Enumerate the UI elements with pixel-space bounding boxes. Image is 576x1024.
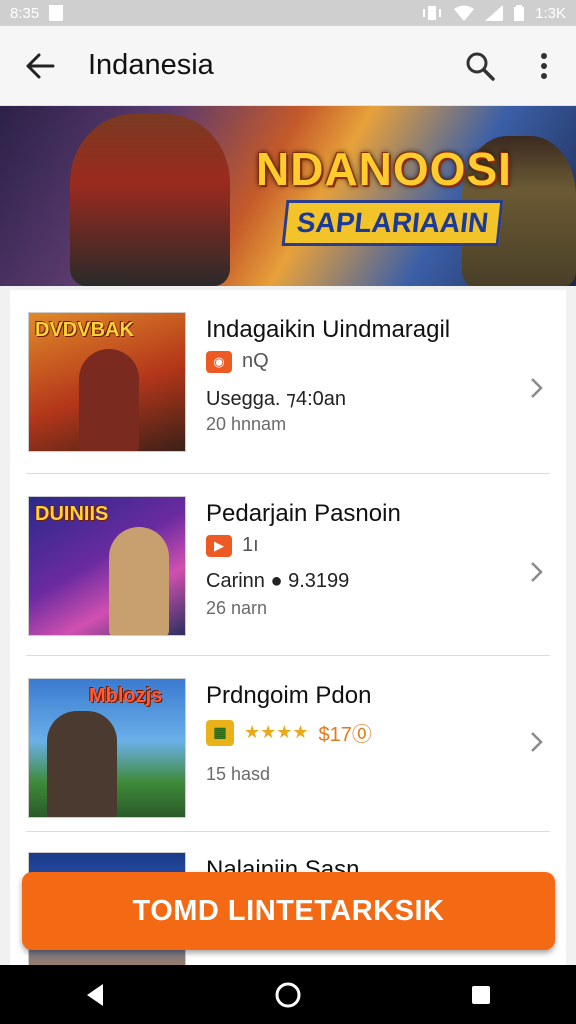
game-thumbnail: DUINIIS [28,496,186,636]
item-price: Usegga. ⁊4:0an [206,388,347,410]
rating-stars: ★★★★ [244,722,309,742]
warrior-figure [79,349,139,451]
chevron-right-icon [531,732,543,752]
fighter-figure [47,711,117,817]
nav-back-icon[interactable] [83,982,107,1008]
page-title: Indanesia [88,49,214,81]
status-clock: 1:3K [535,4,566,22]
list-item[interactable]: DVDVBAK Indagaikin Uindmaragil ◉ nQ Useg… [26,290,550,474]
vibrate-icon [423,6,442,20]
search-icon [466,52,495,81]
game-list: DVDVBAK Indagaikin Uindmaragil ◉ nQ Useg… [10,290,566,966]
status-time: 8:35 [10,4,40,22]
thumbnail-title: DUINIIS [35,503,109,525]
list-item[interactable]: DUINIIS Pedarjain Pasnoin ▶ 1ı Carinn ● … [26,474,550,656]
primary-action-button[interactable]: TOMD LINTETARKSIK [22,872,555,950]
item-price: Carinn ● 9.3199 [206,570,350,592]
item-meta: ▦ ★★★★ $17⓪ [206,718,372,747]
list-item[interactable]: Mblozjs Prdngoim Pdon ▦ ★★★★ $17⓪ 15 has… [26,656,550,832]
category-badge-icon: ▶ [206,534,232,557]
game-thumbnail: DVDVBAK [28,312,186,452]
category-badge-icon: ◉ [206,350,232,373]
thumbnail-title: Mblozjs [89,685,163,707]
nav-home-icon[interactable] [274,981,302,1009]
promo-banner[interactable]: NDANOOSI SAPLARIAAIN [0,106,576,286]
more-options-button[interactable] [512,26,576,106]
item-subtitle: 20 hnnam [206,414,287,434]
app-bar: Indanesia [0,26,576,106]
badge-text: nQ [242,350,269,372]
game-thumbnail: Mblozjs [28,678,186,818]
badge-text: 1ı [242,534,259,556]
back-button[interactable] [0,26,80,106]
item-price: $17⓪ [318,724,372,746]
item-subtitle: 15 hasd [206,764,271,784]
search-button[interactable] [448,26,512,106]
item-title: Pedarjain Pasnoin [206,500,401,527]
item-meta: ▶ 1ı [206,534,259,557]
thumbnail-title: DVDVBAK [35,319,134,341]
hero-warrior-figure [70,114,230,286]
item-title: Indagaikin Uindmaragil [206,316,451,343]
wifi-icon [454,5,475,21]
chevron-right-icon [531,378,543,398]
status-bar: 8:35 1:3K [0,0,576,26]
chevron-right-icon [531,562,543,582]
hero-figure [109,527,169,635]
battery-icon [514,5,525,21]
banner-headline: NDANOOSI [256,143,512,195]
more-vert-icon [541,52,547,79]
item-subtitle: 26 narn [206,598,268,618]
item-meta: ◉ nQ [206,350,269,373]
banner-subline: SAPLARIAAIN [281,200,504,246]
signal-icon [485,5,504,21]
back-arrow-icon [26,53,55,78]
nav-recents-icon[interactable] [469,983,493,1007]
notification-icon [49,5,64,21]
system-nav-bar [0,965,576,1024]
item-title: Prdngoim Pdon [206,682,372,709]
game-badge-icon: ▦ [206,719,234,746]
